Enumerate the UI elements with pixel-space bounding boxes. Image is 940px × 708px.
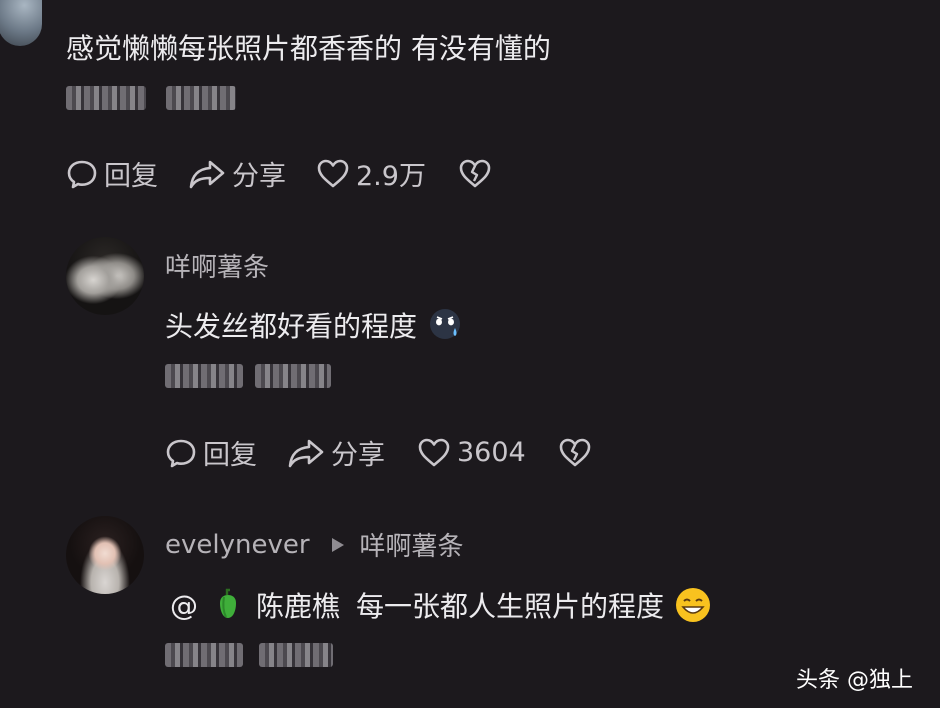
mention-name[interactable]: 陈鹿樵 [256, 585, 340, 625]
blurred-timestamp [165, 364, 243, 388]
share-button[interactable]: 分享 [287, 433, 385, 472]
comment-bubble-icon [166, 439, 196, 467]
avatar-comment2[interactable] [66, 237, 144, 315]
reply-button[interactable]: 回复 [165, 433, 257, 472]
sad-emoji-icon [430, 309, 461, 339]
like-button[interactable]: 2.9万 [316, 154, 426, 193]
reply-label: 回复 [104, 161, 158, 192]
comment2-actions: 回复 分享 3604 [165, 433, 598, 472]
reply-to-username[interactable]: 咩啊薯条 [360, 526, 464, 563]
share-arrow-icon [288, 439, 324, 467]
comment1-meta [66, 86, 236, 110]
heart-icon [418, 438, 450, 466]
blurred-location [255, 364, 331, 388]
comment3-username[interactable]: evelynever [165, 530, 310, 560]
comment1-actions: 回复 分享 2.9万 [66, 154, 498, 193]
comment2-text-row: 头发丝都好看的程度 [165, 305, 463, 345]
share-button[interactable]: 分享 [188, 154, 286, 193]
comment2-username[interactable]: 咩啊薯条 [165, 247, 269, 284]
comment2-meta [165, 364, 331, 388]
broken-heart-icon [559, 438, 591, 466]
blurred-location [259, 643, 333, 667]
mention-at: @ [170, 588, 198, 622]
watermark: 头条 @独上 [796, 668, 913, 693]
blurred-location [166, 86, 236, 110]
comment3-text: 每一张都人生照片的程度 [356, 590, 665, 623]
heart-icon [317, 159, 349, 187]
share-label: 分享 [331, 440, 385, 471]
blurred-timestamp [165, 643, 243, 667]
comment2-text: 头发丝都好看的程度 [165, 310, 418, 343]
reply-button[interactable]: 回复 [66, 154, 158, 193]
grin-emoji-icon [676, 588, 711, 622]
triangle-right-icon [331, 537, 344, 552]
broken-heart-icon [459, 159, 491, 187]
blurred-timestamp [66, 86, 146, 110]
like-button[interactable]: 3604 [417, 437, 526, 469]
avatar-comment1[interactable] [0, 0, 42, 46]
like-count: 2.9万 [356, 161, 426, 192]
pepper-emoji-icon [220, 588, 236, 618]
comment1-text: 感觉懒懒每张照片都香香的 有没有懂的 [66, 32, 551, 65]
comment3-meta [165, 643, 333, 667]
reply-label: 回复 [203, 440, 257, 471]
share-label: 分享 [232, 161, 286, 192]
like-count: 3604 [457, 437, 526, 468]
dislike-button[interactable] [558, 437, 598, 469]
share-arrow-icon [189, 160, 225, 188]
comment3-text-row: @ 陈鹿樵 每一张都人生照片的程度 [170, 585, 712, 625]
comment-bubble-icon [67, 160, 97, 188]
comment3-username-row: evelynever 咩啊薯条 [165, 526, 464, 563]
avatar-comment3[interactable] [66, 516, 144, 594]
dislike-button[interactable] [458, 158, 498, 190]
